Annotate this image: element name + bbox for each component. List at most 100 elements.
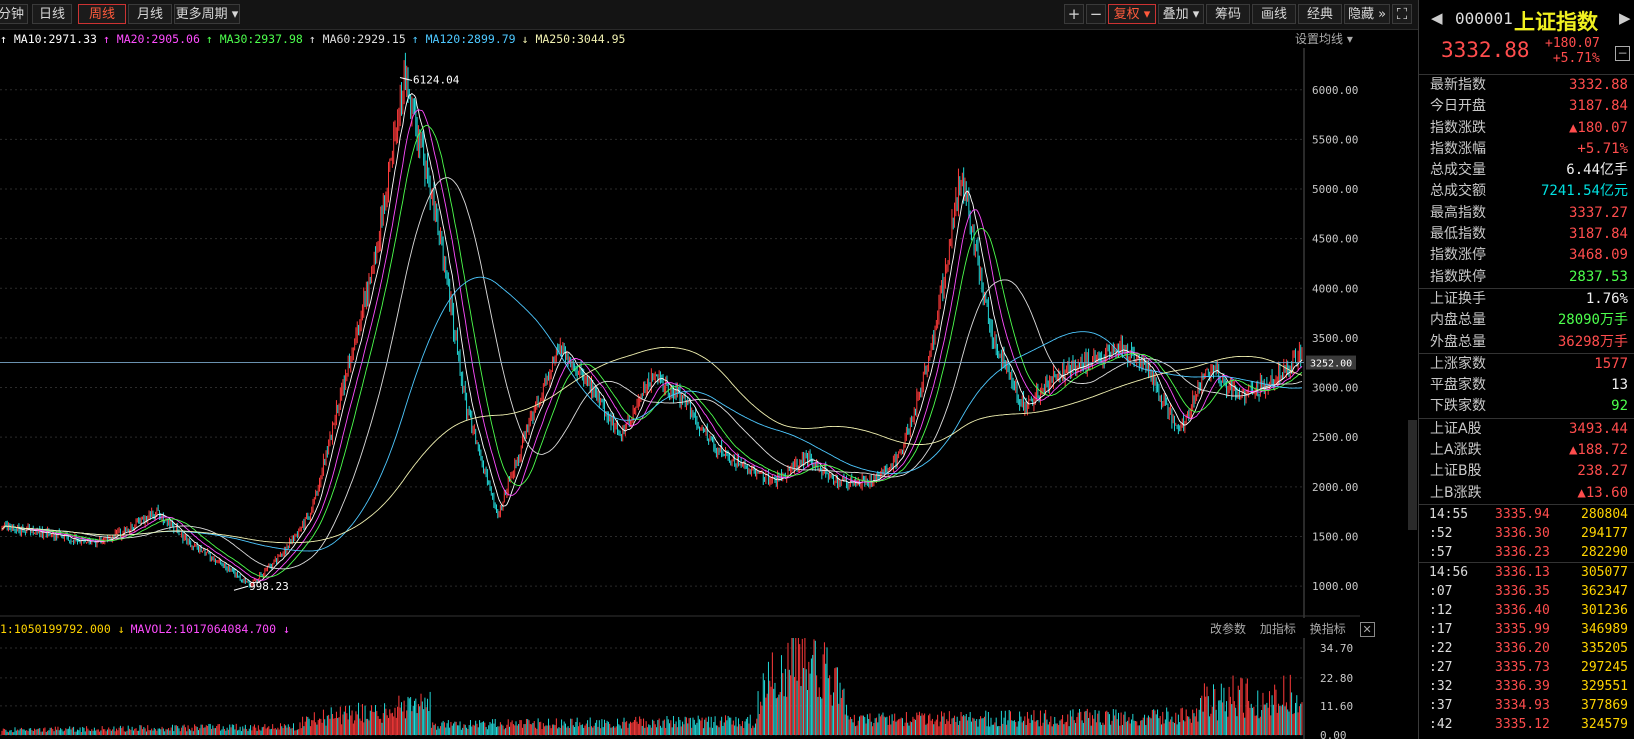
quote-label: 外盘总量 — [1430, 333, 1486, 350]
overlay-dropdown[interactable]: 叠加 ▾ — [1158, 4, 1204, 24]
ma-legend: ↑ MA10:2971.33 ↑ MA20:2905.06 ↑ MA30:2937.… — [0, 30, 1360, 48]
tick-time: :07 — [1429, 583, 1453, 599]
vol-tick-label: 0.00 — [1320, 729, 1347, 739]
quote-row: 指数涨跌 ▲180.07 — [1419, 118, 1634, 139]
quote-value: 36298万手 — [1557, 333, 1628, 350]
quote-row: 上A涨跌 ▲188.72 — [1419, 440, 1634, 461]
tick-volume: 377869 — [1581, 697, 1628, 713]
quote-row: 今日开盘 3187.84 — [1419, 96, 1634, 117]
quote-label: 上证A股 — [1430, 420, 1482, 437]
quote-row: 内盘总量 28090万手 — [1419, 310, 1634, 331]
quote-value: 7241.54亿元 — [1540, 183, 1628, 200]
y-tick-label: 1500.00 — [1312, 530, 1358, 543]
quote-value: ▲13.60 — [1577, 484, 1628, 501]
tick-volume: 297245 — [1581, 659, 1628, 675]
tick-time: :42 — [1429, 716, 1453, 732]
quote-label: 指数涨幅 — [1430, 140, 1486, 157]
zoom-in-button[interactable]: + — [1064, 4, 1084, 24]
panel-collapse-handle[interactable] — [1408, 420, 1417, 530]
ab-share-group: 上证A股 3493.44 上A涨跌 ▲188.72 上证B股 238.27 上B涨跌 ▲13.… — [1419, 419, 1634, 505]
tick-time: :52 — [1429, 525, 1453, 541]
quote-label: 指数涨跌 — [1430, 119, 1486, 136]
tick-row: :57 3336.23 282290 — [1419, 543, 1634, 562]
tick-row: 14:56 3336.13 305077 — [1419, 563, 1634, 582]
tick-volume: 362347 — [1581, 583, 1628, 599]
quote-value: 13 — [1611, 377, 1628, 394]
tick-volume: 301236 — [1581, 602, 1628, 618]
quote-value: 238.27 — [1577, 463, 1628, 480]
quote-row: 上涨家数 1577 — [1419, 354, 1634, 375]
classic-button[interactable]: 经典 — [1298, 4, 1342, 24]
quote-row: 平盘家数 13 — [1419, 375, 1634, 396]
hide-button[interactable]: 隐藏 » — [1344, 4, 1390, 24]
volume-tools: 改参数 加指标 换指标 ✕ — [1210, 620, 1385, 639]
tick-time: :57 — [1429, 544, 1453, 560]
quote-panel: ◀ 000001 上证指数 ▶ 3332.88 +180.07 +5.71% −… — [1418, 0, 1634, 739]
quote-label: 总成交量 — [1430, 162, 1486, 179]
current-price-tag: 3252.00 — [1310, 359, 1352, 370]
tick-volume: 329551 — [1581, 678, 1628, 694]
ma-line-ma250 — [1, 346, 1303, 544]
change-value: +180.07 — [1545, 36, 1600, 51]
tick-price: 3336.30 — [1495, 525, 1550, 541]
close-icon[interactable]: ✕ — [1359, 622, 1375, 637]
prev-stock-icon[interactable]: ◀ — [1431, 9, 1443, 27]
period-tab-daily[interactable]: 日线 — [32, 4, 72, 24]
tick-volume: 305077 — [1581, 564, 1628, 580]
tick-volume: 335205 — [1581, 640, 1628, 656]
quote-label: 上B涨跌 — [1430, 484, 1482, 501]
price-change: +180.07 +5.71% — [1545, 36, 1600, 66]
y-tick-label: 1000.00 — [1312, 580, 1358, 593]
stock-name: 上证指数 — [1514, 10, 1598, 34]
tick-volume: 324579 — [1581, 716, 1628, 732]
quote-row: 上证换手 1.76% — [1419, 289, 1634, 310]
switch-indicator-button[interactable]: 换指标 — [1310, 622, 1346, 636]
tick-time: :32 — [1429, 678, 1453, 694]
y-tick-label: 5500.00 — [1312, 133, 1358, 146]
turnover-group: 上证换手 1.76% 内盘总量 28090万手外盘总量 36298万手 — [1419, 289, 1634, 354]
quote-value: 3493.44 — [1568, 420, 1628, 437]
y-tick-label: 5000.00 — [1312, 183, 1358, 196]
quote-value: 2837.53 — [1568, 268, 1628, 285]
tick-time: 14:56 — [1429, 564, 1469, 580]
tick-volume: 346989 — [1581, 621, 1628, 637]
period-tab-minute[interactable]: 分钟 — [0, 4, 28, 24]
draw-line-button[interactable]: 画线 — [1252, 4, 1296, 24]
quote-label: 最新指数 — [1430, 77, 1486, 93]
zoom-out-button[interactable]: − — [1086, 4, 1106, 24]
ma-settings-button[interactable]: 设置均线 ▾ — [1295, 30, 1353, 48]
tick-price: 3336.40 — [1495, 602, 1550, 618]
adjust-dropdown[interactable]: 复权 ▾ — [1108, 4, 1156, 24]
fullscreen-icon[interactable]: ⛶ — [1392, 4, 1412, 24]
period-tab-weekly[interactable]: 周线 — [78, 4, 126, 24]
tick-row: :17 3335.99 346989 — [1419, 620, 1634, 639]
volume-chart[interactable]: 34.70 22.80 11.60 0.00 — [0, 638, 1360, 739]
quote-row: 上证A股 3493.44 — [1419, 419, 1634, 440]
vol-tick-label: 34.70 — [1320, 642, 1353, 655]
quote-value: 92 — [1611, 398, 1628, 415]
quote-row: 总成交额 7241.54亿元 — [1419, 181, 1634, 202]
tick-row: 14:55 3335.94 280804 — [1419, 505, 1634, 524]
breadth-group: 上涨家数 1577 平盘家数 13 下跌家数 92 — [1419, 354, 1634, 419]
add-indicator-button[interactable]: 加指标 — [1260, 622, 1296, 636]
tick-row: :42 3335.12 324579 — [1419, 715, 1634, 734]
edit-params-button[interactable]: 改参数 — [1210, 622, 1246, 636]
y-tick-label: 4500.00 — [1312, 233, 1358, 246]
quote-row: 总成交量 6.44亿手 — [1419, 160, 1634, 181]
kline-chart[interactable]: 6000.00 5500.00 5000.00 4500.00 4000.00 3500.… — [0, 48, 1360, 618]
more-periods-dropdown[interactable]: 更多周期 ▾ — [174, 4, 240, 24]
period-tab-monthly[interactable]: 月线 — [128, 4, 172, 24]
tick-price: 3336.39 — [1495, 678, 1550, 694]
volume-legend: 1:1050199792.000 ↓ MAVOL2:1017064084.700 … — [0, 620, 1200, 638]
collapse-icon[interactable]: − — [1615, 46, 1630, 61]
tick-volume: 282290 — [1581, 544, 1628, 560]
tick-row: :22 3336.20 335205 — [1419, 639, 1634, 658]
quote-value: ▲180.07 — [1568, 119, 1628, 136]
vol-legend-item: 1:1050199792.000 ↓ — [0, 622, 125, 636]
chips-button[interactable]: 筹码 — [1206, 4, 1250, 24]
quote-value: 3332.88 — [1568, 77, 1628, 93]
tick-price: 3336.20 — [1495, 640, 1550, 656]
next-stock-icon[interactable]: ▶ — [1619, 9, 1631, 27]
quote-label: 总成交额 — [1430, 183, 1486, 200]
tick-price: 3335.99 — [1495, 621, 1550, 637]
